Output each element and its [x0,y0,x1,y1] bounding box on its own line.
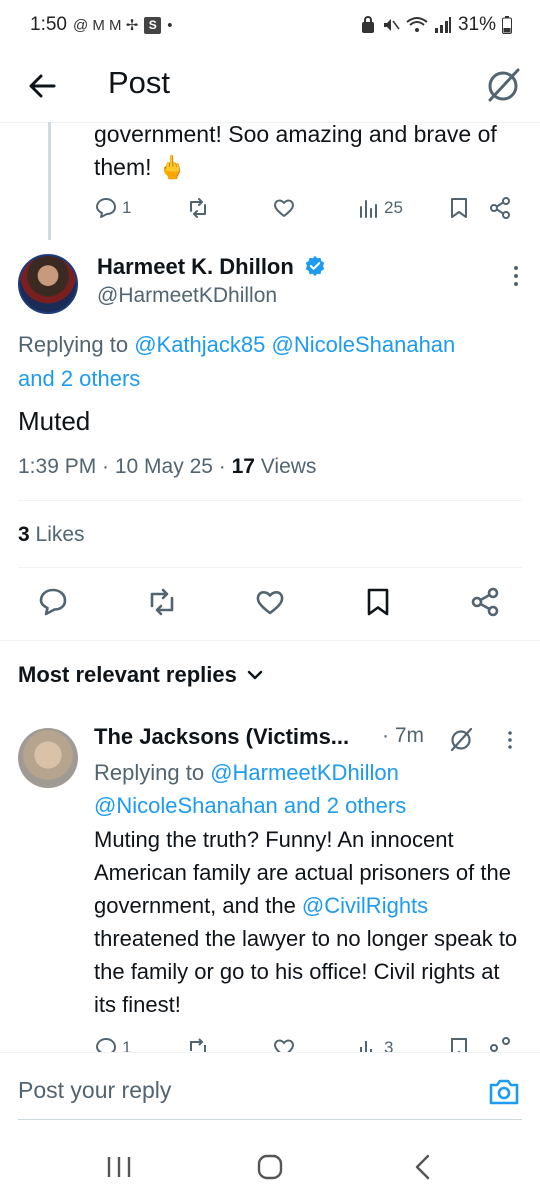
page-title: Post [108,65,171,100]
battery-icon [502,16,512,34]
reply-composer: Post your reply [0,1052,540,1132]
previous-tweet-text: government! Soo amazing and brave of the… [94,121,497,180]
reply-action[interactable]: 1 [94,196,131,220]
reply-text: Muting the truth? Funny! An innocent Ame… [94,823,526,1021]
grok-icon[interactable] [448,726,474,752]
tweet-author: Harmeet K. Dhillon @HarmeetKDhillon [18,254,528,314]
composer-underline [18,1119,522,1120]
reply-time: · 7m [382,724,424,747]
repost-icon [190,198,206,218]
views-number: 17 [231,455,255,478]
reply-avatar[interactable] [18,728,78,788]
tweet-text: Muted [18,406,91,436]
author-handle[interactable]: @HarmeetKDhillon [97,284,277,308]
battery-percent: 31% [457,14,496,35]
s-app-icon: S [144,16,162,34]
repost-action[interactable] [186,196,210,220]
system-nav-bar [0,1132,540,1200]
divider [18,500,522,501]
lock-icon [361,16,374,33]
replying-to-others[interactable]: and 2 others [18,366,140,391]
signal-icon [434,17,451,33]
notification-icons: @ M M ✢ [72,17,139,34]
reply-text-part2: threatened the lawyer to no longer speak… [94,926,518,1017]
reply-count: 1 [122,198,132,217]
reply-replying-to: Replying to @HarmeetKDhillon @NicoleShan… [94,756,524,822]
bookmark-icon[interactable] [362,586,394,618]
camera-icon[interactable] [488,1077,520,1107]
author-name-row[interactable]: Harmeet K. Dhillon [97,254,326,280]
status-right: 31% [360,14,512,36]
more-options-icon[interactable] [507,730,513,750]
replying-to: Replying to @Kathjack85 @NicoleShanahan … [18,328,528,396]
bookmark-action[interactable] [448,196,470,220]
tweet-actions [0,586,540,622]
tweet-timestamp: 1:39 PM · 10 May 25 · 17 Views [18,455,316,479]
likes-summary[interactable]: 3 Likes [18,523,85,547]
more-options-icon[interactable] [512,264,520,288]
status-time: 1:50 [30,14,67,35]
mute-icon [383,19,400,31]
bookmark-icon [451,198,467,218]
share-icon [490,197,510,219]
reply-icon[interactable] [37,586,69,618]
section-divider [0,640,540,641]
share-icon[interactable] [469,586,501,618]
recent-apps-icon[interactable] [104,1152,134,1182]
status-dot: • [167,16,173,34]
reply-replying-others[interactable]: @NicoleShanahan and 2 others [94,793,406,818]
replying-to-users[interactable]: @Kathjack85 @NicoleShanahan [134,332,455,357]
heart-icon[interactable] [254,586,286,618]
home-icon[interactable] [255,1152,285,1182]
grok-icon[interactable] [484,66,522,104]
verified-badge-icon [305,255,325,277]
author-name: Harmeet K. Dhillon [97,254,294,279]
views-count: 25 [384,198,403,217]
divider [18,567,522,568]
back-arrow-icon[interactable] [24,68,60,104]
status-left: 1:50 @ M M ✢ S • [30,14,173,36]
replies-sort-label: Most relevant replies [18,662,237,687]
likes-label: Likes [29,523,85,546]
avatar[interactable] [18,254,78,314]
likes-number: 3 [18,523,30,546]
back-nav-icon[interactable] [408,1152,438,1182]
reply-replying-user[interactable]: @HarmeetKDhillon [210,760,399,785]
wifi-icon [406,17,428,32]
views-label: Views [254,455,317,478]
tweet-time-date[interactable]: 1:39 PM · 10 May 25 · [18,455,232,478]
replying-to-prefix: Replying to [18,332,135,357]
views-action[interactable]: 25 [358,196,403,220]
replies-sort-dropdown[interactable]: Most relevant replies [18,662,263,688]
reply-replying-prefix: Replying to [94,760,211,785]
share-action[interactable] [488,196,512,220]
app-header: Post [0,50,540,122]
chevron-down-icon [247,670,263,680]
previous-tweet-actions: 1 25 [94,194,524,224]
reply-input[interactable]: Post your reply [18,1077,171,1104]
reply-mention[interactable]: @CivilRights [302,893,428,918]
heart-icon [274,199,294,217]
reply-author-name[interactable]: The Jacksons (Victims... [94,724,349,750]
thread-line [48,122,51,240]
like-action[interactable] [272,196,296,220]
views-icon [360,200,377,218]
status-bar: 1:50 @ M M ✢ S • 31% [0,0,540,50]
repost-icon[interactable] [146,586,178,618]
reply-icon [96,198,116,218]
